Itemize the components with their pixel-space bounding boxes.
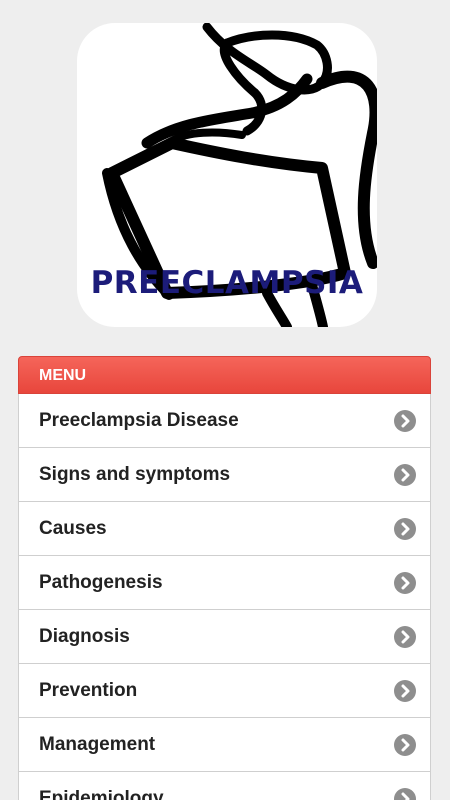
menu-item-label: Epidemiology — [39, 788, 164, 800]
app-screen: PREECLAMPSIA MENU Preeclampsia Disease S… — [0, 0, 450, 800]
menu-item-label: Causes — [39, 518, 107, 539]
logo-title: PREECLAMPSIA — [90, 265, 364, 301]
menu-item-pathogenesis[interactable]: Pathogenesis — [18, 556, 431, 610]
menu-item-management[interactable]: Management — [18, 718, 431, 772]
menu-item-label: Prevention — [39, 680, 138, 701]
menu-item-diagnosis[interactable]: Diagnosis — [18, 610, 431, 664]
chevron-right-icon — [394, 788, 416, 800]
main-menu: MENU Preeclampsia Disease Signs and symp… — [18, 356, 431, 800]
menu-item-preeclampsia-disease[interactable]: Preeclampsia Disease — [18, 394, 431, 448]
menu-item-label: Signs and symptoms — [39, 464, 231, 485]
chevron-right-icon — [394, 464, 416, 486]
menu-header: MENU — [18, 356, 431, 394]
chevron-right-icon — [394, 518, 416, 540]
menu-item-label: Diagnosis — [39, 626, 130, 647]
menu-item-causes[interactable]: Causes — [18, 502, 431, 556]
chevron-right-icon — [394, 410, 416, 432]
menu-item-label: Preeclampsia Disease — [39, 410, 239, 431]
menu-item-label: Management — [39, 734, 156, 755]
menu-list: Preeclampsia Disease Signs and symptoms … — [18, 394, 431, 800]
menu-item-epidemiology[interactable]: Epidemiology — [18, 772, 431, 800]
chevron-right-icon — [394, 680, 416, 702]
chevron-right-icon — [394, 734, 416, 756]
chevron-right-icon — [394, 626, 416, 648]
menu-item-prevention[interactable]: Prevention — [18, 664, 431, 718]
chevron-right-icon — [394, 572, 416, 594]
menu-item-label: Pathogenesis — [39, 572, 163, 593]
app-logo: PREECLAMPSIA — [77, 23, 377, 327]
menu-item-signs-and-symptoms[interactable]: Signs and symptoms — [18, 448, 431, 502]
